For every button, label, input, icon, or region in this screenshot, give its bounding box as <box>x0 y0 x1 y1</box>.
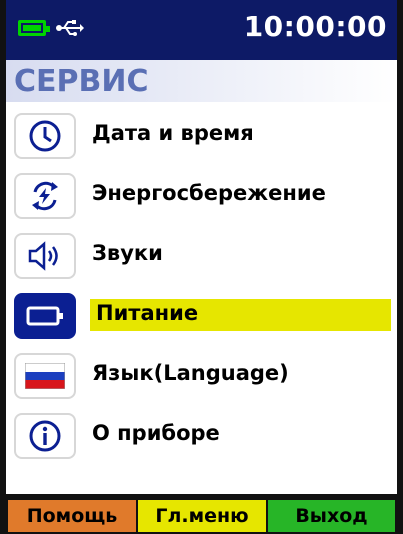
menu-item-label: О приборе <box>92 421 220 445</box>
menu-item-label: Язык(Language) <box>92 361 289 385</box>
softkey-bar: Помощь Гл.меню Выход <box>6 494 397 534</box>
clock-icon <box>14 113 76 159</box>
menu-item-label: Звуки <box>92 241 163 265</box>
speaker-icon <box>14 233 76 279</box>
device-screen: 10:00:00 СЕРВИС Дата и время Энергосбере… <box>0 0 403 534</box>
usb-icon <box>56 20 84 36</box>
battery-icon <box>14 293 76 339</box>
menu-item-sounds[interactable]: Звуки <box>6 226 397 286</box>
menu-item-about[interactable]: О приборе <box>6 406 397 466</box>
status-bar: 10:00:00 <box>6 0 397 60</box>
help-button[interactable]: Помощь <box>8 500 136 532</box>
page-title: СЕРВИС <box>14 64 149 99</box>
service-menu: Дата и время Энергосбережение Звуки Пита… <box>6 106 397 466</box>
main-menu-button[interactable]: Гл.меню <box>138 500 266 532</box>
menu-item-label: Дата и время <box>92 121 254 145</box>
menu-item-power[interactable]: Питание <box>6 286 397 346</box>
menu-item-energy-saving[interactable]: Энергосбережение <box>6 166 397 226</box>
energy-saving-icon <box>14 173 76 219</box>
russian-flag-icon <box>14 353 76 399</box>
title-row: СЕРВИС <box>6 60 397 102</box>
menu-item-language[interactable]: Язык(Language) <box>6 346 397 406</box>
menu-item-label: Энергосбережение <box>92 181 326 205</box>
menu-item-label: Питание <box>90 299 391 331</box>
menu-item-date-time[interactable]: Дата и время <box>6 106 397 166</box>
battery-status-icon <box>18 20 50 36</box>
clock: 10:00:00 <box>243 10 387 43</box>
exit-button[interactable]: Выход <box>268 500 395 532</box>
info-icon <box>14 413 76 459</box>
